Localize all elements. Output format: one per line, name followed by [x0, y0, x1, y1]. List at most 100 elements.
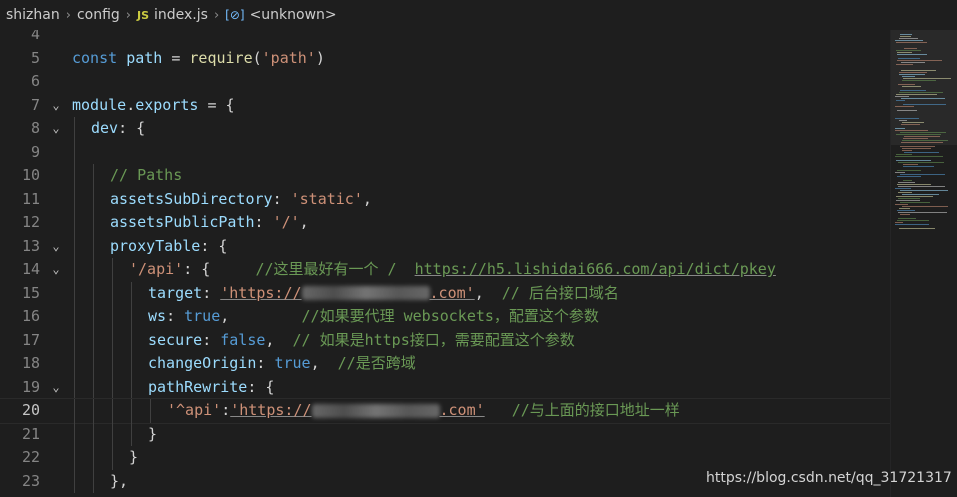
indent-guide — [74, 211, 75, 235]
code-text: } — [129, 446, 138, 470]
code-line[interactable]: 19 ⌄ pathRewrite: { — [0, 375, 890, 400]
minimap-line — [903, 138, 928, 139]
indent-guide — [74, 375, 75, 399]
code-token: .com' — [429, 283, 475, 302]
minimap-line — [896, 154, 912, 155]
code-token: // 如果是https接口，需要配置这个参数 — [292, 330, 575, 349]
minimap-line — [902, 86, 921, 87]
code-line[interactable]: 17 secure: false, // 如果是https接口，需要配置这个参数 — [0, 328, 890, 353]
minimap-line — [899, 38, 918, 39]
indent-guide — [93, 187, 94, 211]
fold-chevron-icon[interactable]: ⌄ — [48, 235, 64, 259]
code-line[interactable]: 13 ⌄ proxyTable: { — [0, 234, 890, 259]
code-token: } — [129, 448, 139, 466]
minimap-line — [904, 136, 940, 137]
minimap-line — [896, 64, 913, 65]
code-line[interactable]: 9 — [0, 140, 890, 164]
code-line[interactable]: 21} — [0, 422, 890, 446]
code-text: target: 'https:// .com', // 后台接口域名 — [148, 282, 619, 306]
code-line[interactable]: 7 ⌄ module.exports = { — [0, 94, 890, 118]
code-line[interactable]: 12 assetsPublicPath: '/', — [0, 211, 890, 235]
code-text: const path = require('path') — [72, 47, 325, 71]
code-token: '^api' — [167, 401, 222, 419]
code-text: }, — [110, 470, 128, 494]
minimap-line — [903, 180, 912, 181]
code-token: . — [126, 95, 136, 114]
code-token: .com' — [439, 401, 485, 419]
code-line[interactable]: 14 ⌄ '/api': { //这里最好有一个 / https://h5.lish… — [0, 258, 890, 282]
javascript-file-icon: JS — [136, 8, 149, 22]
minimap-line — [896, 196, 933, 197]
code-line[interactable]: 4 — [0, 30, 890, 47]
line-number: 22 — [21, 448, 40, 466]
minimap-line — [900, 34, 912, 35]
indent-guide — [93, 328, 94, 352]
breadcrumb-item-config[interactable]: config — [77, 7, 120, 23]
code-text: assetsSubDirectory: 'static', — [110, 188, 372, 212]
fold-chevron-icon[interactable]: ⌄ — [48, 117, 64, 141]
code-line[interactable]: 6 — [0, 70, 890, 94]
fold-chevron-icon[interactable]: ⌄ — [48, 376, 64, 400]
breadcrumb-item-file[interactable]: index.js — [154, 7, 208, 23]
code-token: changeOrigin — [148, 354, 257, 372]
line-number: 21 — [21, 424, 40, 443]
minimap-line — [898, 162, 944, 163]
line-number: 16 — [21, 307, 40, 325]
indent-guide — [93, 375, 94, 399]
indent-guide — [74, 446, 75, 470]
code-token: : { — [200, 236, 228, 255]
code-line[interactable]: 15 target: 'https:// .com', // 后台接口域名 — [0, 281, 890, 306]
fold-chevron-icon[interactable]: ⌄ — [48, 258, 64, 282]
indent-guide — [74, 399, 75, 423]
indent-guide — [74, 164, 75, 188]
fold-chevron-icon[interactable]: ⌄ — [48, 94, 64, 118]
code-token: pathRewrite — [148, 377, 248, 396]
minimap-line — [897, 176, 921, 177]
code-text: secure: false, // 如果是https接口，需要配置这个参数 — [148, 329, 575, 353]
code-line[interactable]: 20 '^api':'https:// .com' //与上面的接口地址一样 — [0, 398, 890, 424]
code-line[interactable]: 5 const path = require('path') — [0, 47, 890, 71]
code-line[interactable]: 16 ws: true, //如果要代理 websockets，配置这个参数 — [0, 305, 890, 329]
indent-guide — [131, 352, 132, 376]
minimap-line — [896, 134, 941, 135]
code-line[interactable]: 8 ⌄ dev: { — [0, 117, 890, 141]
indent-guide — [74, 234, 75, 258]
indent-guide — [74, 305, 75, 329]
code-token: exports — [135, 95, 199, 114]
minimap-line — [901, 124, 920, 125]
code-token: : — [221, 401, 231, 419]
minimap-line — [900, 36, 911, 37]
line-number: 4 — [30, 30, 40, 43]
minimap-line — [899, 72, 927, 73]
code-line[interactable]: 22} — [0, 446, 890, 470]
code-editor[interactable]: 4 5 const path = require('path') 6 7 ⌄ module.… — [0, 30, 890, 497]
breadcrumb-item-shizhan[interactable]: shizhan — [6, 7, 60, 23]
minimap[interactable] — [890, 30, 957, 497]
breadcrumb-item-symbol[interactable]: <unknown> — [250, 7, 337, 23]
line-number: 15 — [21, 283, 40, 302]
chevron-right-icon: › — [65, 7, 71, 23]
minimap-line — [898, 58, 920, 59]
minimap-line — [895, 128, 905, 129]
code-token: , — [474, 283, 502, 302]
code-line[interactable]: 18 changeOrigin: true, //是否跨域 — [0, 352, 890, 376]
code-token: = { — [198, 95, 235, 114]
code-line[interactable]: 10 // Paths — [0, 164, 890, 188]
indent-guide — [131, 399, 132, 423]
code-token: //与上面的接口地址一样 — [511, 401, 680, 419]
code-text: ws: true, //如果要代理 websockets，配置这个参数 — [148, 305, 599, 329]
minimap-line — [898, 186, 945, 187]
minimap-line — [903, 166, 934, 167]
indent-guide — [93, 211, 94, 235]
minimap-line — [897, 54, 927, 55]
minimap-line — [899, 92, 943, 93]
code-line[interactable]: 11 assetsSubDirectory: 'static', — [0, 187, 890, 212]
minimap-line — [897, 60, 942, 61]
minimap-line — [896, 100, 905, 101]
indent-guide — [112, 446, 113, 470]
code-token: = — [162, 48, 190, 67]
minimap-line — [903, 164, 918, 165]
indent-guide — [112, 328, 113, 352]
